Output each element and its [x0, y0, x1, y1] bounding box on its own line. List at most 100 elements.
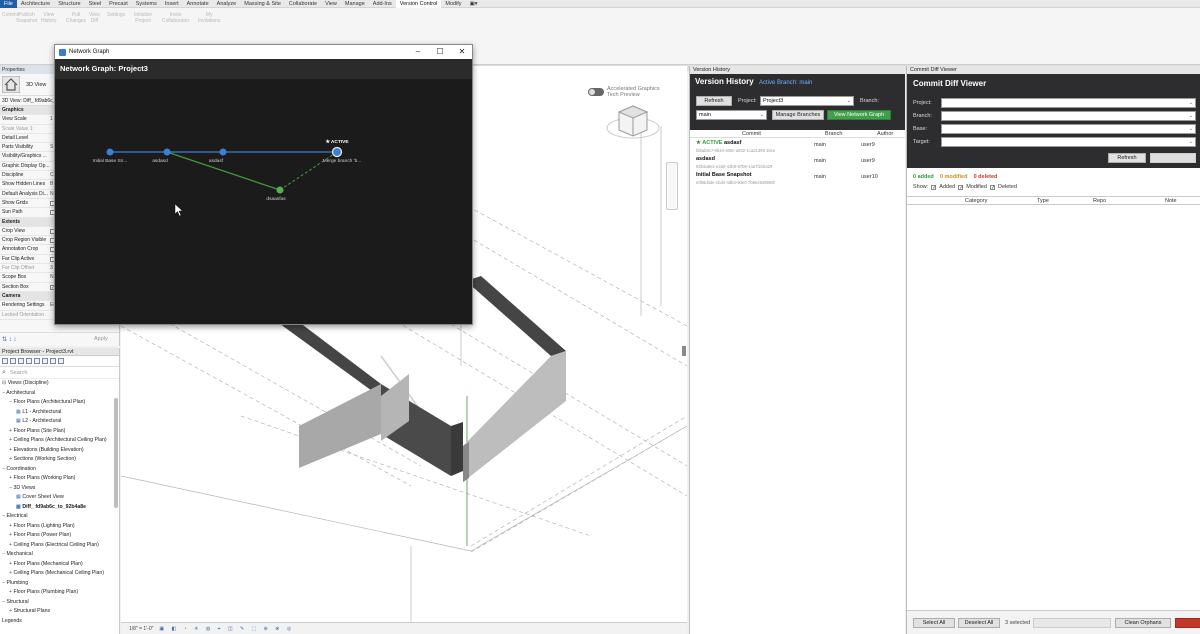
refresh-button[interactable]: Refresh	[696, 96, 732, 106]
ribbon-button[interactable]: View Diff	[89, 12, 100, 24]
browser-tree-item[interactable]: ▦ L2 - Architectural	[0, 417, 119, 427]
browser-tree-item[interactable]: − Floor Plans (Architectural Plan)	[0, 398, 119, 408]
select-all-button[interactable]: Select All	[913, 618, 955, 628]
accelerated-graphics-toggle[interactable]	[588, 88, 604, 96]
toolbar-icon[interactable]	[34, 358, 40, 364]
ribbon-button[interactable]: Initialize Project	[134, 12, 152, 24]
apply-button[interactable]: Apply	[94, 336, 108, 342]
navigation-bar[interactable]	[666, 162, 678, 210]
deselect-all-button[interactable]: Deselect All	[958, 618, 1000, 628]
property-value[interactable]: 3	[50, 264, 53, 272]
ribbon-tab[interactable]: Add-Ins	[369, 0, 396, 8]
browser-tree-item[interactable]: + Floor Plans (Working Plan)	[0, 474, 119, 484]
ribbon-tab[interactable]: View	[321, 0, 341, 8]
browser-tree-item[interactable]: + Structural Plans	[0, 607, 119, 617]
toolbar-icon[interactable]	[18, 358, 24, 364]
ribbon-options-icon[interactable]: ▣▾	[466, 0, 482, 8]
view-control-icons[interactable]: ▣ ◧ ◔ ☀ ◍ ⌖ ◫ ✎ ⬚ ⊕ ⊗ ◎	[159, 626, 294, 632]
browser-tree-item[interactable]: + Floor Plans (Site Plan)	[0, 427, 119, 437]
ribbon-tab[interactable]: Modify	[441, 0, 465, 8]
browser-tree-item[interactable]: − Plumbing	[0, 579, 119, 589]
ribbon-button[interactable]: View History	[41, 12, 57, 24]
toolbar-icon[interactable]	[2, 358, 8, 364]
browser-tree-item[interactable]: + Floor Plans (Mechanical Plan)	[0, 560, 119, 570]
commit-row[interactable]: Initial Base Snapshot e0b8d4de-cbd4-4db4…	[690, 171, 905, 188]
browser-tree-item[interactable]: + Floor Plans (Power Plan)	[0, 531, 119, 541]
ribbon-tab[interactable]: Precast	[105, 0, 132, 8]
view-network-graph-button[interactable]: View Network Graph	[827, 110, 891, 120]
browser-tree-item[interactable]: ▦ L1 - Architectural	[0, 408, 119, 418]
property-value[interactable]: S	[50, 143, 53, 151]
minimize-icon[interactable]: –	[407, 45, 429, 59]
graph-node[interactable]	[276, 186, 284, 194]
viewcube[interactable]	[605, 94, 661, 148]
ribbon-tab[interactable]: Insert	[161, 0, 183, 8]
ribbon-button[interactable]: My Invitations	[198, 12, 221, 24]
browser-tree-item[interactable]: − Coordination	[0, 465, 119, 475]
graph-node[interactable]	[163, 148, 171, 156]
ribbon-tab[interactable]: Architecture	[17, 0, 54, 8]
browser-tree-item[interactable]: − Architectural	[0, 389, 119, 399]
ribbon-tab[interactable]: Massing & Site	[240, 0, 285, 8]
red-action-button[interactable]	[1175, 618, 1200, 628]
maximize-icon[interactable]: ☐	[429, 45, 451, 59]
toolbar-icon[interactable]	[42, 358, 48, 364]
browser-scrollbar[interactable]	[114, 398, 118, 508]
project-select[interactable]: Project3 ⌄	[760, 96, 854, 106]
ribbon-tab[interactable]: Collaborate	[285, 0, 321, 8]
browser-tree-item[interactable]: Legends	[0, 617, 119, 627]
ribbon-tab[interactable]: Steel	[85, 0, 106, 8]
browser-tree-item[interactable]: + Ceiling Plans (Architectural Ceiling P…	[0, 436, 119, 446]
commit-row[interactable]: asdasd 92b4a8e4-e2a0-43b8-87b9-14a7f2cba…	[690, 155, 905, 172]
ribbon-button[interactable]: Pull Changes	[66, 12, 86, 24]
branch-field-select[interactable]: ⌄	[941, 111, 1196, 121]
browser-tree-item[interactable]: − Mechanical	[0, 550, 119, 560]
ribbon-tab[interactable]: Annotate	[183, 0, 213, 8]
manage-branches-button[interactable]: Manage Branches	[772, 110, 824, 120]
added-checkbox[interactable]	[931, 184, 937, 190]
browser-tree-item[interactable]: + Floor Plans (Lighting Plan)	[0, 522, 119, 532]
ribbon-button[interactable]: Settings	[107, 12, 125, 18]
browser-tree-item[interactable]: ▦ Diff_ fd9ab6c_to_92b4a8e	[0, 503, 119, 513]
close-icon[interactable]: ✕	[451, 45, 473, 59]
branch-select[interactable]: main ⌄	[696, 110, 767, 120]
modified-checkbox[interactable]	[958, 184, 964, 190]
toolbar-icon[interactable]	[10, 358, 16, 364]
toolbar-icon[interactable]	[58, 358, 64, 364]
property-value[interactable]: 1	[50, 115, 53, 123]
base-field-select[interactable]: ⌄	[941, 124, 1196, 134]
commit-row[interactable]: ★ ACTIVE asdasf fd9ab6c7-0b44-409c-a932-…	[690, 139, 905, 156]
browser-tree-item[interactable]: ⊟ Views (Discipline)	[0, 379, 119, 389]
browser-tree-item[interactable]: + Elevations (Building Elevation)	[0, 446, 119, 456]
graph-node[interactable]	[219, 148, 227, 156]
toolbar-icon[interactable]	[50, 358, 56, 364]
browser-tree-item[interactable]: + Ceiling Plans (Electrical Ceiling Plan…	[0, 541, 119, 551]
browser-tree-item[interactable]: + Floor Plans (Plumbing Plan)	[0, 588, 119, 598]
browser-tree-item[interactable]: ▦ Cover Sheet View	[0, 493, 119, 503]
browser-search-input[interactable]: Search	[0, 367, 119, 379]
toolbar-icon[interactable]	[26, 358, 32, 364]
viewport-scroll-handle[interactable]	[682, 346, 686, 356]
property-value[interactable]: B	[50, 180, 53, 188]
ribbon-tab[interactable]: Systems	[132, 0, 161, 8]
ribbon-tab[interactable]: Analyze	[213, 0, 241, 8]
diff-refresh-button[interactable]: Refresh	[1108, 153, 1146, 163]
target-field-select[interactable]: ⌄	[941, 137, 1196, 147]
project-field-select[interactable]: ⌄	[941, 98, 1196, 108]
ribbon-tab[interactable]: File	[0, 0, 17, 8]
browser-tree-item[interactable]: − Electrical	[0, 512, 119, 522]
graph-node[interactable]	[106, 148, 114, 156]
browser-tree-item[interactable]: − 3D Views	[0, 484, 119, 494]
sort-icons[interactable]: ⇅ ↕ ↕	[2, 336, 16, 343]
browser-tree-item[interactable]: + Ceiling Plans (Mechanical Ceiling Plan…	[0, 569, 119, 579]
ribbon-tab[interactable]: Version Control	[395, 0, 442, 8]
ribbon-tab[interactable]: Structure	[54, 0, 84, 8]
deleted-checkbox[interactable]	[990, 184, 995, 190]
ribbon-button[interactable]: Invite Collaborator	[162, 12, 189, 24]
ribbon-button[interactable]: Publish Snapshot	[16, 12, 37, 24]
network-graph-titlebar[interactable]: Network Graph – ☐ ✕	[55, 45, 472, 59]
browser-tree-item[interactable]: − Structural	[0, 598, 119, 608]
active-graph-node[interactable]	[331, 146, 343, 158]
clean-orphans-button[interactable]: Clean Orphans	[1115, 618, 1171, 628]
ribbon-tab[interactable]: Manage	[341, 0, 369, 8]
